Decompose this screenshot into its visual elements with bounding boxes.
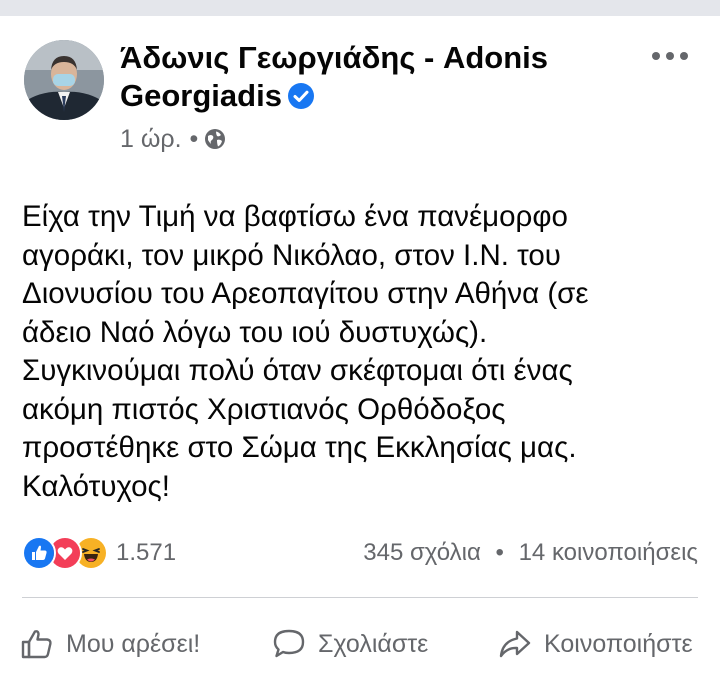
post-time[interactable]: 1 ώρ.	[120, 124, 182, 154]
share-button[interactable]: Κοινοποιήστε	[498, 622, 693, 666]
comment-label: Σχολιάστε	[318, 629, 429, 658]
shares-count[interactable]: 14 κοινοποιήσεις	[519, 539, 698, 566]
verified-badge-icon	[287, 83, 314, 109]
like-label: Μου αρέσει!	[66, 629, 201, 658]
action-bar: Μου αρέσει! Σχολιάστε Κοινοποιήστε	[0, 622, 720, 666]
author-name[interactable]: Άδωνις Γεωργιάδης - Adonis Georgiadis	[120, 39, 580, 115]
more-options-icon[interactable]	[650, 46, 690, 66]
top-strip	[0, 0, 720, 16]
reactions-count[interactable]: 1.571	[116, 539, 176, 567]
post-stats: 1.571 345 σχόλια • 14 κοινοποιήσεις	[22, 536, 698, 570]
like-reaction-icon	[22, 536, 56, 570]
comment-icon	[273, 629, 305, 658]
comments-count[interactable]: 345 σχόλια	[363, 539, 481, 566]
reactions-summary[interactable]: 1.571	[22, 536, 176, 570]
meta-separator: •	[189, 125, 199, 153]
share-icon	[499, 630, 531, 658]
post-text: Είχα την Τιμή να βαφτίσω ένα πανέμορφο α…	[22, 200, 589, 503]
globe-icon[interactable]	[204, 128, 226, 150]
comment-button[interactable]: Σχολιάστε	[272, 622, 428, 666]
engagement-counts: 345 σχόλια • 14 κοινοποιήσεις	[363, 539, 698, 567]
post-meta: 1 ώρ. •	[120, 124, 226, 154]
post-card: Άδωνις Γεωργιάδης - Adonis Georgiadis 1 …	[0, 16, 720, 679]
author-name-text[interactable]: Άδωνις Γεωργιάδης - Adonis Georgiadis	[120, 40, 548, 113]
actions-divider	[22, 597, 698, 598]
avatar[interactable]	[24, 40, 104, 120]
thumbs-up-icon	[21, 630, 52, 659]
like-button[interactable]: Μου αρέσει!	[20, 622, 200, 666]
stats-separator: •	[495, 539, 504, 566]
share-label: Κοινοποιήστε	[544, 629, 693, 658]
